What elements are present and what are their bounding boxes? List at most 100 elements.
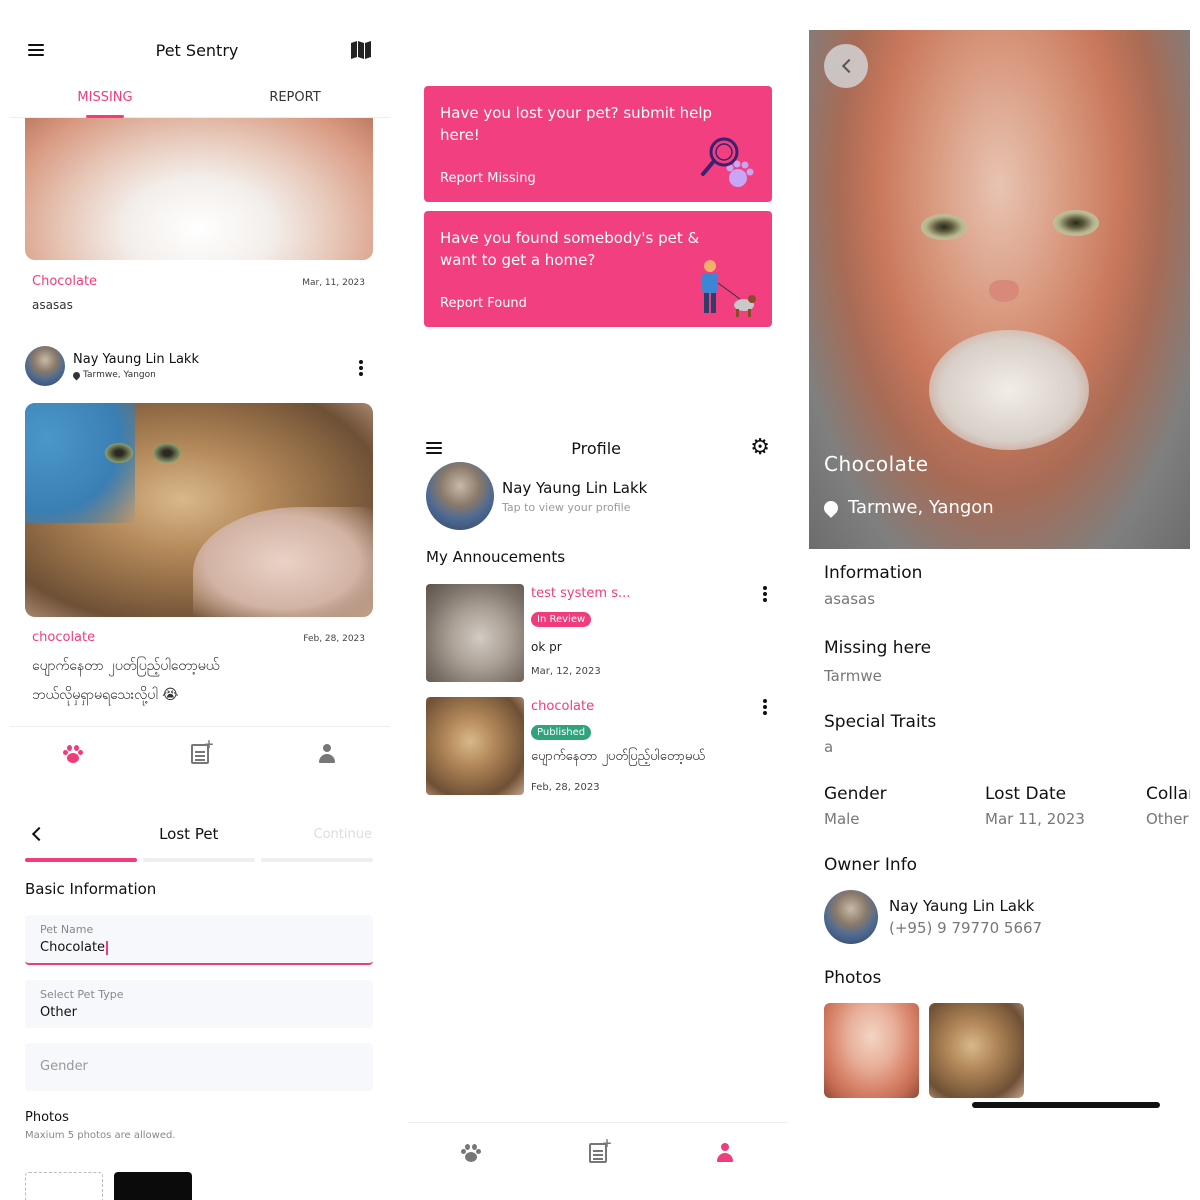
settings-icon[interactable]: ⚙ [750,437,770,459]
information-value: asasas [824,590,876,608]
announcement-date: Feb, 28, 2023 [531,782,600,793]
gender-select[interactable]: Gender [25,1043,373,1091]
announcement-thumbnail[interactable] [426,697,524,795]
pet-hero-photo: Chocolate Tarmwe, Yangon [809,30,1190,549]
pet-type-value: Other [40,1005,77,1020]
announcement-text: ပျောက်နေတာ ၂ပတ်ပြည့်ပါတော့မယ် [531,749,705,764]
nav-post[interactable] [535,1123,662,1182]
menu-icon[interactable] [426,442,442,454]
search-paw-icon [701,137,754,187]
profile-name: Nay Yaung Lin Lakk [502,478,648,497]
post-add-icon [191,737,214,764]
collar-value: Other [1146,810,1189,828]
tab-report[interactable]: REPORT [200,78,390,117]
avatar [25,346,65,386]
owner-name: Nay Yaung Lin Lakk [889,897,1035,915]
post-description: asasas [32,298,73,312]
more-vert-icon[interactable] [763,699,767,715]
back-icon[interactable] [31,826,47,842]
status-badge: Published [531,725,592,740]
owner-location: Tarmwe, Yangon [71,370,199,380]
profile-subtitle: Tap to view your profile [502,500,631,514]
banner-title: Have you found somebody's pet & want to … [440,229,700,269]
menu-icon[interactable] [28,44,44,56]
report-found-link[interactable]: Report Found [440,296,527,311]
pet-name-value: Chocolate [40,940,106,955]
pet-name-field[interactable]: Pet Name Chocolate [25,915,373,965]
nav-profile[interactable] [263,727,390,780]
profile-header[interactable]: Nay Yaung Lin Lakk Tap to view your prof… [426,462,647,530]
announcement-date: Mar, 12, 2023 [531,666,601,677]
post-pet-name[interactable]: chocolate [32,630,95,645]
profile-title: Profile [571,438,621,458]
gender-heading: Gender [824,784,887,804]
owner-phone[interactable]: (+95) 9 79770 5667 [889,919,1042,937]
back-button[interactable] [824,44,868,88]
add-photo-button[interactable] [25,1172,103,1200]
tab-missing[interactable]: MISSING [10,78,200,117]
photos-hint: Maxium 5 photos are allowed. [25,1130,176,1141]
photo-thumbnail[interactable] [824,1003,919,1098]
map-icon[interactable] [350,40,372,60]
report-missing-card[interactable]: Have you lost your pet? submit help here… [424,86,772,202]
announcement-thumbnail[interactable] [426,584,524,682]
post-photo[interactable] [25,118,373,260]
field-label: Select Pet Type [40,988,124,1001]
field-label: Pet Name [40,923,94,936]
profile-screen: Profile ⚙ Nay Yaung Lin Lakk Tap to view… [408,420,788,1200]
announcement-title[interactable]: chocolate [531,699,594,714]
photo-thumbnail[interactable] [114,1172,192,1200]
lost-date-value: Mar 11, 2023 [985,810,1085,828]
report-missing-link[interactable]: Report Missing [440,171,536,186]
nav-missing[interactable] [408,1123,535,1182]
special-traits-value: a [824,738,834,756]
bottom-nav [408,1122,788,1182]
post-date: Mar, 11, 2023 [302,278,365,288]
pet-name: Chocolate [824,452,929,476]
step-progress [25,858,373,862]
owner-info[interactable]: Nay Yaung Lin Lakk (+95) 9 79770 5667 [824,890,1042,944]
gender-value: Male [824,810,860,828]
app-bar: Pet Sentry [10,22,390,78]
information-heading: Information [824,563,923,583]
avatar [824,890,878,944]
lost-pet-form-screen: Lost Pet Continue Basic Information Pet … [10,800,390,1200]
status-badge: In Review [531,612,592,627]
home-indicator [972,1102,1160,1108]
continue-button[interactable]: Continue [314,827,372,842]
form-header: Lost Pet Continue [10,814,390,854]
location-pin-icon [821,497,841,518]
report-found-card[interactable]: Have you found somebody's pet & want to … [424,211,772,327]
missing-here-heading: Missing here [824,638,932,658]
pet-location: Tarmwe, Yangon [821,497,994,518]
owner-name: Nay Yaung Lin Lakk [73,352,199,367]
collar-heading: Collar [1146,784,1190,804]
missing-here-value: Tarmwe [824,667,882,685]
bottom-nav [10,726,390,780]
pet-type-select[interactable]: Select Pet Type Other [25,980,373,1028]
post-photo[interactable] [25,403,373,617]
post-pet-name[interactable]: Chocolate [32,274,97,289]
section-title: Basic Information [25,880,157,898]
location-pin-icon [71,370,82,380]
person-icon [318,743,336,764]
special-traits-heading: Special Traits [824,712,937,732]
nav-missing[interactable] [10,727,137,780]
post-date: Feb, 28, 2023 [303,634,365,644]
post-owner[interactable]: Nay Yaung Lin Lakk Tarmwe, Yangon [25,346,199,386]
post-description: ဘယ်လိုမှရှာမရသေးလို့ပါ 😭 [32,687,179,703]
more-vert-icon[interactable] [763,586,767,602]
banner-title: Have you lost your pet? submit help here… [440,104,713,144]
paw-icon [461,1143,482,1162]
nav-profile[interactable] [661,1123,788,1182]
photos-heading: Photos [824,968,882,988]
feed-screen: Pet Sentry MISSING REPORT Chocolate Mar,… [10,22,390,780]
more-vert-icon[interactable] [359,360,363,376]
gender-placeholder: Gender [40,1059,88,1074]
announcement-text: ok pr [531,640,562,654]
post-description: ပျောက်နေတာ ၂ပတ်ပြည့်ပါတော့မယ် [32,658,220,674]
announcement-title[interactable]: test system s... [531,586,630,601]
form-title: Lost Pet [159,825,219,843]
photo-thumbnail[interactable] [929,1003,1024,1098]
nav-post[interactable] [137,727,264,780]
